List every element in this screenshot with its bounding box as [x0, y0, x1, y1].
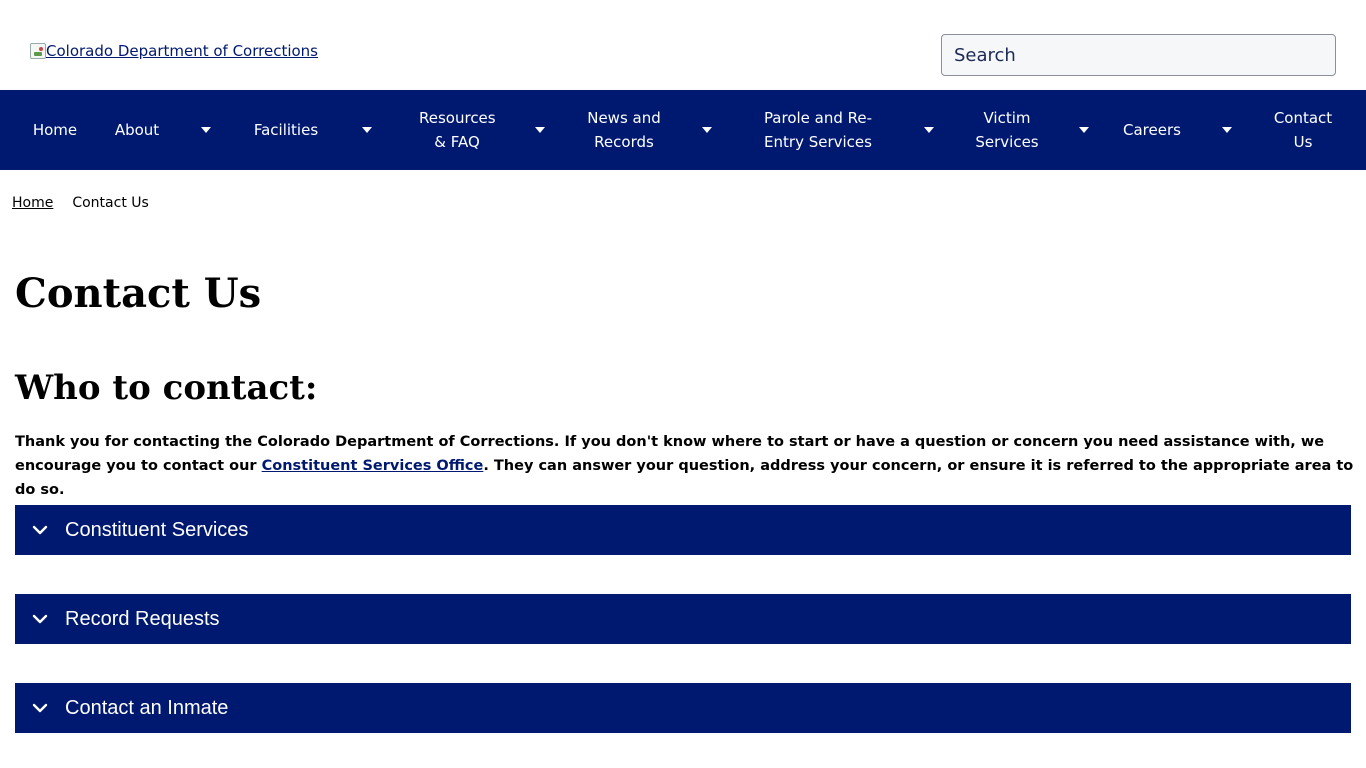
nav-item-resources[interactable]: Resources & FAQ [407, 90, 507, 170]
breadcrumb-home-link[interactable]: Home [12, 195, 53, 211]
nav-item-news[interactable]: News and Records [574, 90, 674, 170]
nav-item-label: Home [32, 121, 78, 139]
nav-item-home[interactable]: Home [20, 90, 90, 170]
nav-item-label: News and Records [587, 109, 661, 151]
site-header: Colorado Department of Corrections Searc… [0, 0, 1366, 90]
caret-down-icon[interactable] [919, 90, 939, 170]
nav-item-label: Contact Us [1273, 109, 1333, 151]
chevron-down-icon [15, 683, 65, 733]
nav-item-facilities[interactable]: Facilities [236, 90, 336, 170]
nav-item-label: Facilities [253, 121, 319, 139]
nav-item-careers[interactable]: Careers [1112, 90, 1192, 170]
caret-down-icon[interactable] [1217, 90, 1237, 170]
caret-down-icon[interactable] [1074, 90, 1094, 170]
search-placeholder: Search [954, 44, 1016, 66]
caret-down-icon[interactable] [697, 90, 717, 170]
breadcrumb: Home Contact Us [12, 195, 149, 211]
caret-down-icon[interactable] [357, 90, 377, 170]
caret-down-icon[interactable] [530, 90, 550, 170]
nav-item-victim[interactable]: Victim Services [962, 90, 1052, 170]
breadcrumb-current: Contact Us [72, 195, 149, 211]
accordion-label: Contact an Inmate [65, 696, 229, 719]
nav-item-label: Parole and Re-Entry Services [763, 109, 873, 151]
broken-image-icon [30, 43, 46, 59]
accordion-label: Record Requests [65, 607, 220, 630]
accordion-contact-inmate[interactable]: Contact an Inmate [15, 683, 1351, 733]
nav-item-label: Victim Services [975, 109, 1039, 151]
intro-paragraph: Thank you for contacting the Colorado De… [15, 430, 1355, 502]
accordion-label: Constituent Services [65, 518, 249, 541]
chevron-down-icon [15, 594, 65, 644]
accordion-record-requests[interactable]: Record Requests [15, 594, 1351, 644]
search-input[interactable]: Search [941, 34, 1336, 76]
nav-item-about[interactable]: About [102, 90, 172, 170]
logo-link[interactable]: Colorado Department of Corrections [30, 42, 318, 60]
nav-item-label: About [114, 121, 160, 139]
caret-down-icon[interactable] [196, 90, 216, 170]
nav-item-label: Resources & FAQ [419, 109, 496, 151]
section-title: Who to contact: [15, 368, 318, 408]
main-nav: Home About Facilities Resources & FAQ Ne… [0, 90, 1366, 170]
nav-item-contact[interactable]: Contact Us [1268, 90, 1338, 170]
constituent-services-link[interactable]: Constituent Services Office [262, 458, 484, 474]
chevron-down-icon [15, 505, 65, 555]
logo-alt-text: Colorado Department of Corrections [46, 42, 318, 60]
page-title: Contact Us [15, 270, 262, 317]
nav-item-label: Careers [1123, 121, 1181, 139]
accordion-constituent-services[interactable]: Constituent Services [15, 505, 1351, 555]
nav-item-parole[interactable]: Parole and Re-Entry Services [748, 90, 888, 170]
